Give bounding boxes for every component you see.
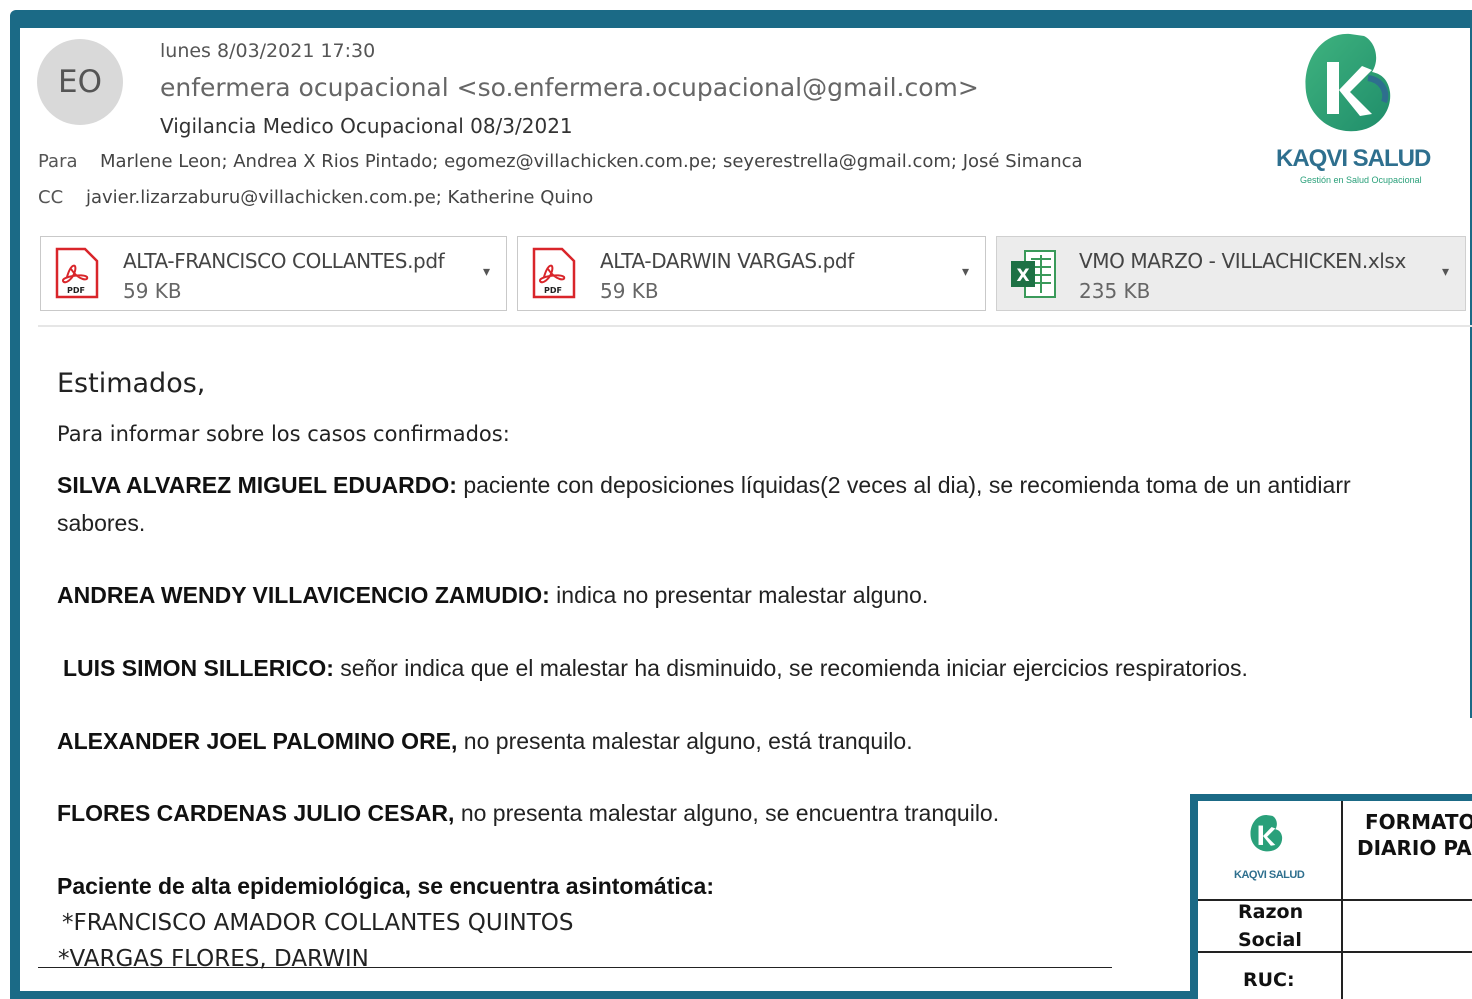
- case-paragraph: ANDREA WENDY VILLAVICENCIO ZAMUDIO: indi…: [57, 582, 928, 609]
- attachment-name: ALTA-DARWIN VARGAS.pdf: [600, 249, 854, 273]
- inset-form-title: FORMATO: [1365, 810, 1472, 834]
- chevron-down-icon[interactable]: ▾: [483, 263, 490, 280]
- inset-form-title: DIARIO PA: [1357, 836, 1472, 860]
- attachment-size: 59 KB: [600, 279, 659, 303]
- inset-label-social: Social: [1238, 929, 1302, 951]
- patient-name: LUIS SIMON SILLERICO:: [63, 655, 334, 681]
- case-text: no presenta malestar alguno, está tranqu…: [457, 728, 913, 754]
- case-text: paciente con deposiciones líquidas(2 vec…: [456, 472, 1351, 498]
- case-paragraph: FLORES CARDENAS JULIO CESAR, no presenta…: [57, 800, 999, 827]
- attachment-size: 59 KB: [123, 279, 182, 303]
- patient-name: ALEXANDER JOEL PALOMINO ORE,: [57, 728, 458, 754]
- header-divider: [38, 325, 1472, 327]
- discharge-heading: Paciente de alta epidemiológica, se encu…: [57, 873, 715, 899]
- attachment-name: VMO MARZO - VILLACHICKEN.xlsx: [1079, 249, 1406, 273]
- patient-name: ANDREA WENDY VILLAVICENCIO ZAMUDIO:: [57, 582, 550, 608]
- case-paragraph: LUIS SIMON SILLERICO: señor indica que e…: [63, 655, 1248, 682]
- svg-text:PDF: PDF: [544, 286, 562, 295]
- attachment-size: 235 KB: [1079, 279, 1151, 303]
- attachment-card[interactable]: PDF ALTA-FRANCISCO COLLANTES.pdf 59 KB ▾: [40, 236, 507, 311]
- cc-recipients[interactable]: javier.lizarzaburu@villachicken.com.pe; …: [86, 187, 593, 208]
- pdf-icon: PDF: [53, 247, 99, 299]
- discharge-list-item: *FRANCISCO AMADOR COLLANTES QUINTOS: [62, 910, 574, 936]
- pdf-icon: PDF: [530, 247, 576, 299]
- email-sender[interactable]: enfermera ocupacional <so.enfermera.ocup…: [160, 73, 979, 102]
- patient-name: FLORES CARDENAS JULIO CESAR,: [57, 800, 455, 826]
- patient-name: SILVA ALVAREZ MIGUEL EDUARDO:: [57, 472, 457, 498]
- excel-icon: X: [1009, 247, 1056, 299]
- logo-wordmark: KAQVI SALUD: [1276, 145, 1431, 172]
- discharge-list-item: *VARGAS FLORES, DARWIN: [58, 946, 369, 972]
- greeting: Estimados,: [57, 368, 206, 399]
- case-text: señor indica que el malestar ha disminui…: [333, 655, 1248, 681]
- svg-text:X: X: [1016, 266, 1029, 286]
- cc-label: CC: [38, 187, 64, 208]
- text-underline: [38, 967, 1112, 968]
- attachment-card[interactable]: X VMO MARZO - VILLACHICKEN.xlsx 235 KB ▾: [996, 236, 1466, 311]
- sender-avatar[interactable]: EO: [37, 39, 123, 125]
- inset-label-ruc: RUC:: [1243, 969, 1295, 991]
- case-paragraph: ALEXANDER JOEL PALOMINO ORE, no presenta…: [57, 728, 913, 755]
- to-recipients[interactable]: Marlene Leon; Andrea X Rios Pintado; ego…: [100, 151, 1083, 172]
- inset-label-razon: Razon: [1238, 901, 1304, 923]
- kaqvi-logo-icon: [1238, 806, 1298, 866]
- inset-logo-wordmark: KAQVI SALUD: [1234, 869, 1305, 881]
- svg-text:PDF: PDF: [67, 286, 85, 295]
- case-text: no presenta malestar alguno, se encuentr…: [454, 800, 1000, 826]
- to-label: Para: [38, 151, 78, 172]
- attachment-name: ALTA-FRANCISCO COLLANTES.pdf: [123, 249, 445, 273]
- email-date: lunes 8/03/2021 17:30: [160, 40, 376, 62]
- chevron-down-icon[interactable]: ▾: [1442, 263, 1449, 280]
- chevron-down-icon[interactable]: ▾: [962, 263, 969, 280]
- email-subject: Vigilancia Medico Ocupacional 08/3/2021: [160, 114, 573, 138]
- case-text: indica no presentar malestar alguno.: [549, 582, 929, 608]
- logo-tagline: Gestión en Salud Ocupacional: [1300, 175, 1422, 185]
- intro-text: Para informar sobre los casos confirmado…: [57, 422, 510, 446]
- case-paragraph: SILVA ALVAREZ MIGUEL EDUARDO: paciente c…: [57, 472, 1351, 499]
- attachment-card[interactable]: PDF ALTA-DARWIN VARGAS.pdf 59 KB ▾: [517, 236, 986, 311]
- case-paragraph-continuation: sabores.: [57, 510, 146, 536]
